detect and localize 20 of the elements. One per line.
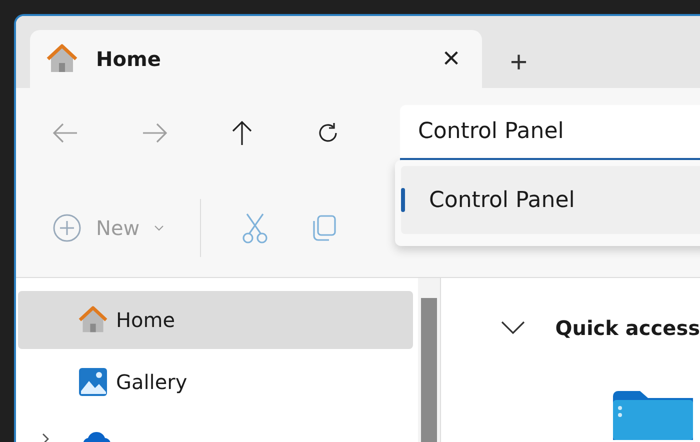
tab-title: Home: [96, 47, 162, 71]
home-icon: [78, 306, 108, 334]
up-icon[interactable]: [232, 120, 252, 146]
refresh-icon[interactable]: [316, 121, 340, 145]
address-field[interactable]: Control Panel: [400, 105, 700, 161]
tab[interactable]: Home ×: [30, 30, 482, 88]
chevron-icon[interactable]: [42, 433, 50, 442]
scrollbar-thumb[interactable]: [421, 298, 437, 442]
folder-icon[interactable]: [613, 390, 694, 440]
home-icon: [46, 44, 78, 74]
new-tab-button[interactable]: +: [506, 46, 532, 80]
caret-icon: [154, 224, 164, 230]
suggestion-item[interactable]: Control Panel: [401, 166, 700, 234]
gallery-icon: [78, 367, 108, 397]
close-button[interactable]: ×: [436, 42, 466, 76]
chevron-down-icon[interactable]: [501, 321, 526, 335]
sidebar-item[interactable]: Gallery: [18, 353, 413, 411]
plus-icon: [52, 212, 82, 242]
sidebar-item[interactable]: Home: [18, 291, 413, 349]
section-heading: Quick access: [555, 316, 700, 340]
